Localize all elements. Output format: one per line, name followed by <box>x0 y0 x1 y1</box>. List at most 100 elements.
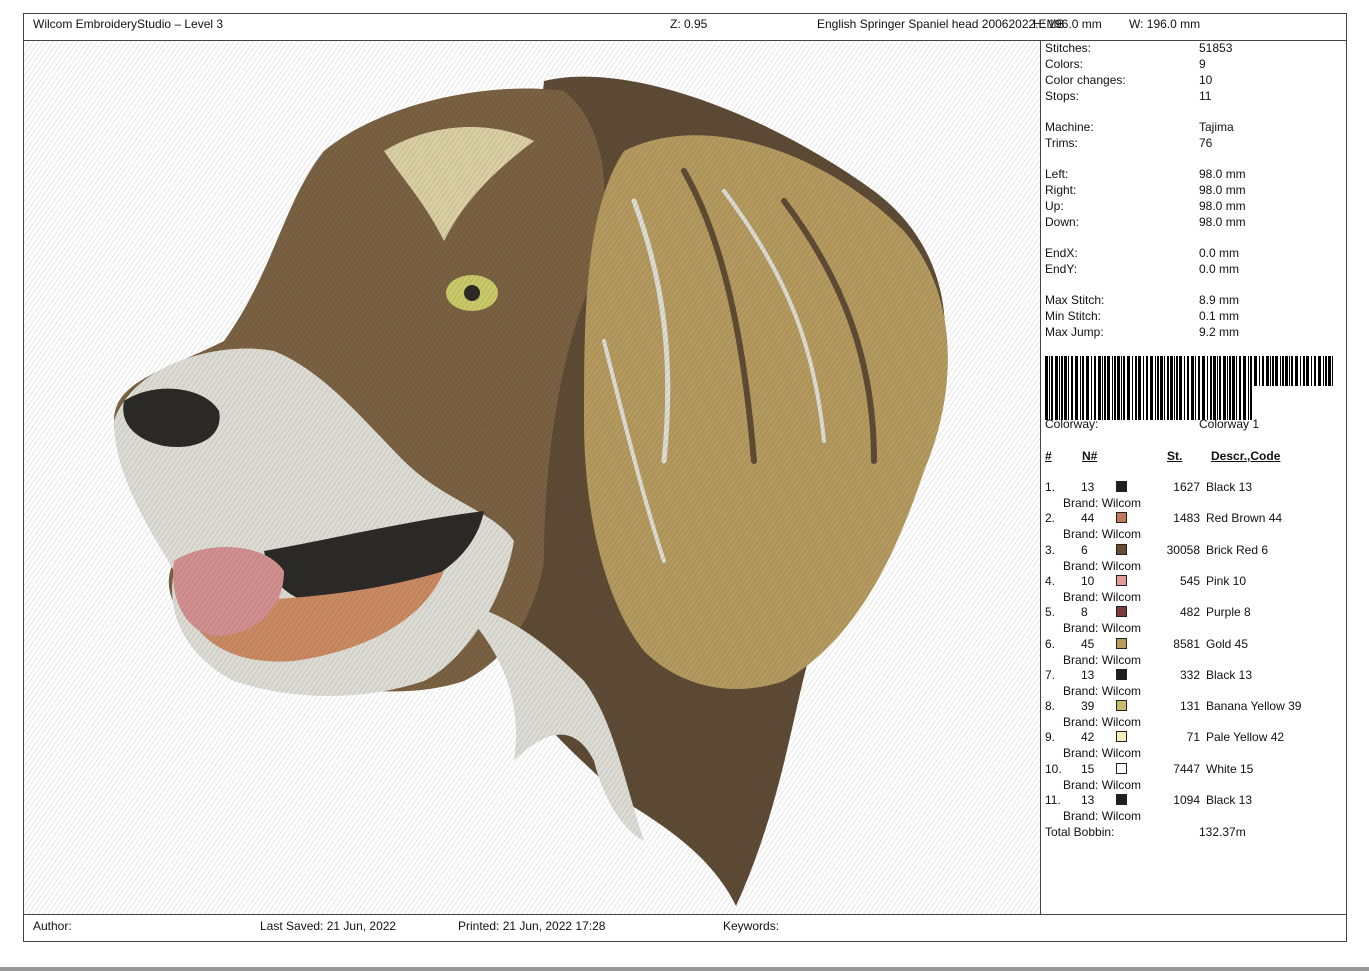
color-number: 8 <box>1081 605 1088 620</box>
barcode-bar <box>1155 356 1156 420</box>
barcode-bar <box>1280 356 1281 386</box>
window-bottom-edge <box>0 967 1369 971</box>
color-swatch <box>1116 668 1127 680</box>
color-description: Pink 10 <box>1206 573 1247 588</box>
col-header-num: # <box>1045 449 1052 463</box>
barcode-bar <box>1143 356 1144 420</box>
stat-value: 0.0 mm <box>1199 262 1240 276</box>
color-index: 6. <box>1045 636 1056 651</box>
color-brand: Brand: Wilcom <box>1063 621 1142 636</box>
barcode-bar <box>1059 356 1060 420</box>
stat-label: Right: <box>1045 183 1077 197</box>
app-title: Wilcom EmbroideryStudio – Level 3 <box>33 17 224 31</box>
total-bobbin-value: 132.37m <box>1199 825 1246 839</box>
barcode-bar <box>1213 356 1216 420</box>
stat-label: Stitches: <box>1045 41 1092 55</box>
barcode-bar <box>1114 356 1116 420</box>
barcode-bar <box>1086 356 1089 420</box>
barcode-bar <box>1291 356 1293 386</box>
barcode-bar <box>1117 356 1120 420</box>
footer-bar: Author: Last Saved: 21 Jun, 2022 Printed… <box>23 914 1347 942</box>
stat-label: Left: <box>1045 167 1069 181</box>
color-stitches: 7447 <box>1173 761 1200 776</box>
color-swatch <box>1116 574 1127 586</box>
col-header-n: N# <box>1082 449 1098 463</box>
barcode-bar <box>1275 356 1278 386</box>
color-stitches: 545 <box>1179 573 1200 588</box>
barcode-bar <box>1121 356 1122 420</box>
stat-label: Up: <box>1045 199 1064 213</box>
barcode-bar <box>1167 356 1169 420</box>
color-index: 11. <box>1045 793 1061 807</box>
color-index: 7. <box>1045 667 1056 682</box>
barcode-bar <box>1176 356 1178 420</box>
barcode-bar <box>1179 356 1182 420</box>
stat-value: 98.0 mm <box>1199 183 1246 197</box>
barcode-bar <box>1272 356 1274 386</box>
color-brand: Brand: Wilcom <box>1063 589 1142 604</box>
col-header-descr: Descr.,Code <box>1211 449 1281 463</box>
color-row: 6. 45 8581 Gold 45 Brand: Wilcom <box>1045 637 1345 668</box>
color-row: 9. 42 71 Pale Yellow 42 Brand: Wilcom <box>1045 730 1345 761</box>
stat-label: Min Stitch: <box>1045 309 1102 323</box>
barcode-bar <box>1104 356 1106 420</box>
color-index: 1. <box>1045 480 1056 494</box>
color-index: 2. <box>1045 511 1056 526</box>
barcode-bar <box>1184 356 1185 420</box>
color-row: 2. 44 1483 Red Brown 44 Brand: Wilcom <box>1045 511 1345 542</box>
color-description: Gold 45 <box>1206 636 1249 651</box>
stat-value: 8.9 mm <box>1199 293 1240 307</box>
colorway-label: Colorway: <box>1045 417 1099 431</box>
color-index: 10. <box>1045 761 1062 776</box>
barcode-bar <box>1311 356 1312 386</box>
barcode-bar <box>1229 356 1231 420</box>
design-width: W: 196.0 mm <box>1129 17 1201 31</box>
stat-label: Colors: <box>1045 57 1084 71</box>
color-description: Black 13 <box>1206 480 1253 494</box>
color-description: Brick Red 6 <box>1206 542 1269 557</box>
color-stitches: 71 <box>1186 730 1200 745</box>
keywords-label: Keywords: <box>723 919 780 933</box>
color-number: 13 <box>1081 480 1095 494</box>
color-brand: Brand: Wilcom <box>1063 809 1142 823</box>
stat-label: Machine: <box>1045 120 1094 134</box>
stat-label: EndX: <box>1045 246 1078 260</box>
barcode-bar <box>1227 356 1228 420</box>
barcode-bar <box>1080 356 1081 420</box>
stat-value: 98.0 mm <box>1199 199 1246 213</box>
color-description: Red Brown 44 <box>1206 511 1283 526</box>
last-saved: Last Saved: 21 Jun, 2022 <box>260 919 397 933</box>
stat-value: 51853 <box>1199 41 1233 55</box>
dog-head-embroidery <box>24 41 1040 914</box>
color-number: 42 <box>1081 730 1095 745</box>
barcode-bar <box>1250 356 1252 420</box>
panel-divider <box>1040 40 1041 915</box>
stat-value: 9 <box>1199 57 1206 71</box>
color-index: 8. <box>1045 699 1056 714</box>
barcode-bar <box>1187 356 1189 420</box>
barcode-bar <box>1303 356 1305 386</box>
stat-label: Trims: <box>1045 136 1078 150</box>
stat-value: Tajima <box>1199 120 1234 134</box>
stat-label: Stops: <box>1045 89 1080 103</box>
barcode-bar <box>1289 356 1290 386</box>
color-stitches: 30058 <box>1166 542 1200 557</box>
color-brand: Brand: Wilcom <box>1063 746 1142 761</box>
color-number: 15 <box>1081 761 1095 776</box>
barcode-bar <box>1300 356 1301 386</box>
color-swatch <box>1116 606 1127 618</box>
stats-panel: Stitches: 51853 Colors: 9 Color changes: 10 St… <box>1045 41 1345 914</box>
barcode-bar <box>1217 356 1218 420</box>
stat-value: 10 <box>1199 73 1213 87</box>
stat-label: Color changes: <box>1045 73 1126 87</box>
color-description: Banana Yellow 39 <box>1206 699 1302 714</box>
color-number: 6 <box>1081 542 1088 557</box>
color-stitches: 1627 <box>1173 480 1200 494</box>
color-index: 3. <box>1045 542 1056 557</box>
barcode-bar <box>1146 356 1148 420</box>
barcode-bar <box>1127 356 1130 420</box>
barcode <box>1045 356 1333 420</box>
color-index: 5. <box>1045 605 1056 620</box>
barcode-bar <box>1239 356 1241 420</box>
stat-label: Down: <box>1045 215 1080 229</box>
